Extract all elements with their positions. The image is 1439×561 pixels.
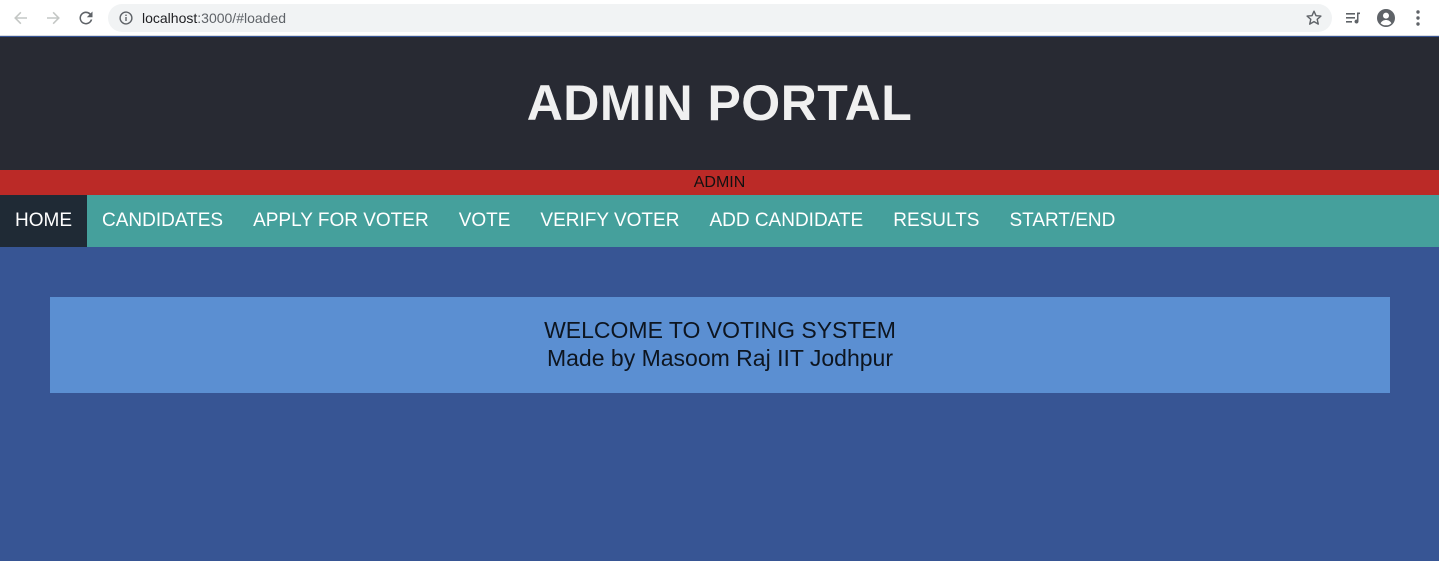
more-vert-icon[interactable] <box>1408 8 1428 28</box>
nav-item-verify-voter[interactable]: VERIFY VOTER <box>525 195 694 247</box>
url-host: localhost <box>142 10 198 26</box>
welcome-banner: WELCOME TO VOTING SYSTEM Made by Masoom … <box>50 297 1390 393</box>
role-strip: ADMIN <box>0 170 1439 195</box>
nav-item-results[interactable]: RESULTS <box>878 195 994 247</box>
welcome-heading: WELCOME TO VOTING SYSTEM <box>544 317 896 343</box>
address-bar[interactable]: localhost:3000/#loaded <box>108 4 1332 32</box>
account-icon[interactable] <box>1376 8 1396 28</box>
media-control-icon[interactable] <box>1343 8 1363 28</box>
url-text[interactable]: localhost:3000/#loaded <box>142 10 286 26</box>
nav-item-add-candidate[interactable]: ADD CANDIDATE <box>694 195 878 247</box>
welcome-credit: Made by Masoom Raj IIT Jodhpur <box>546 345 893 371</box>
app-header: ADMIN PORTAL <box>0 37 1439 170</box>
main-nav: HOME CANDIDATES APPLY FOR VOTER VOTE VER… <box>0 195 1439 247</box>
back-arrow-icon[interactable] <box>11 8 31 28</box>
forward-arrow-icon[interactable] <box>43 8 63 28</box>
browser-toolbar: localhost:3000/#loaded <box>0 0 1439 36</box>
nav-item-home[interactable]: HOME <box>0 195 87 247</box>
nav-item-start-end[interactable]: START/END <box>994 195 1130 247</box>
nav-item-candidates[interactable]: CANDIDATES <box>87 195 238 247</box>
nav-item-apply-for-voter[interactable]: APPLY FOR VOTER <box>238 195 444 247</box>
star-icon[interactable] <box>1305 9 1323 27</box>
url-path: :3000/#loaded <box>197 10 287 26</box>
reload-icon[interactable] <box>76 8 96 28</box>
role-label: ADMIN <box>693 173 746 191</box>
nav-item-vote[interactable]: VOTE <box>444 195 526 247</box>
page-title: ADMIN PORTAL <box>526 74 913 131</box>
info-icon[interactable] <box>119 11 133 25</box>
